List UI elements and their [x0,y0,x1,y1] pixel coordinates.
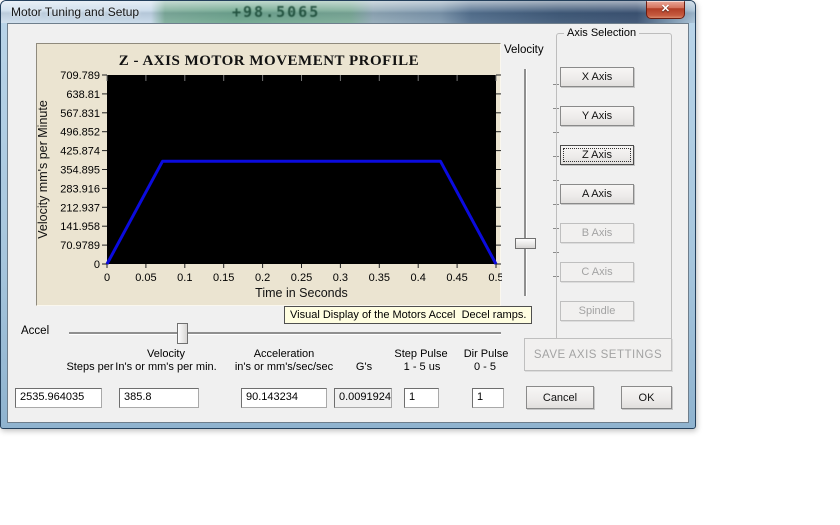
velocity-slider-thumb[interactable] [515,238,536,249]
svg-text:141.958: 141.958 [60,221,100,233]
b-axis-button: B Axis [560,223,634,243]
velocity-slider-label: Velocity [504,44,544,56]
velocity-field[interactable]: 385.8 [119,388,199,408]
svg-text:Z - AXIS MOTOR MOVEMENT PROFIL: Z - AXIS MOTOR MOVEMENT PROFILE [119,53,419,69]
chart-tooltip: Visual Display of the Motors Accel Decel… [284,306,532,324]
background-dro-readout: +98.5065 [232,3,320,21]
close-button[interactable]: ✕ [646,1,685,19]
svg-text:0.1: 0.1 [177,272,192,284]
svg-text:0.45: 0.45 [446,272,467,284]
dialog-client-area: 0 0.05 0.1 0.15 0.2 0.25 0.3 0.35 0.4 0.45 0.5 0 70.… [7,23,689,423]
svg-text:Velocity mm's per Minute: Velocity mm's per Minute [37,100,50,239]
velocity-field-label: Velocity [106,348,226,360]
ok-button[interactable]: OK [621,386,672,409]
titlebar[interactable]: +98.5065 Motor Tuning and Setup [1,1,695,23]
acceleration-units-label: in's or mm's/sec/sec [214,361,354,373]
acceleration-field[interactable]: 90.143234 [241,388,327,408]
dir-pulse-field[interactable]: 1 [472,388,504,408]
motor-profile-panel: 0 0.05 0.1 0.15 0.2 0.25 0.3 0.35 0.4 0.45 0.5 0 70.… [36,43,501,306]
svg-text:0.05: 0.05 [135,272,156,284]
accel-slider-track[interactable] [69,332,501,335]
x-axis-button[interactable]: X Axis [560,67,634,87]
motor-tuning-dialog: +98.5065 Motor Tuning and Setup ✕ 00.050… [0,0,696,429]
spindle-button: Spindle [560,301,634,321]
steps-per-field[interactable]: 2535.964035 [15,388,102,408]
svg-text:425.874: 425.874 [60,146,100,158]
step-pulse-field[interactable]: 1 [404,388,439,408]
z-axis-button[interactable]: Z Axis [560,145,634,165]
dir-pulse-range-label: 0 - 5 [445,361,525,373]
svg-text:0.2: 0.2 [255,272,270,284]
save-axis-settings-button: SAVE AXIS SETTINGS [524,338,672,371]
svg-text:0.25: 0.25 [291,272,312,284]
svg-text:354.895: 354.895 [60,164,100,176]
svg-text:496.852: 496.852 [60,127,100,139]
svg-text:0: 0 [94,259,100,271]
screen: +98.5065 Motor Tuning and Setup ✕ 00.050… [0,0,840,525]
svg-text:212.937: 212.937 [60,202,100,214]
close-icon: ✕ [661,3,670,15]
cancel-button[interactable]: Cancel [526,386,594,409]
svg-text:567.831: 567.831 [60,108,100,120]
svg-text:0.15: 0.15 [213,272,234,284]
a-axis-button[interactable]: A Axis [560,184,634,204]
dir-pulse-field-label: Dir Pulse [446,348,526,360]
svg-text:0.5: 0.5 [488,272,502,284]
svg-text:0.35: 0.35 [369,272,390,284]
c-axis-button: C Axis [560,262,634,282]
accel-slider-label: Accel [21,325,49,337]
gs-field: 0.0091924 [334,388,392,408]
svg-text:Time in Seconds: Time in Seconds [255,286,348,300]
acceleration-field-label: Acceleration [214,348,354,360]
y-axis-button[interactable]: Y Axis [560,106,634,126]
axis-selection-group: Axis Selection X Axis Y Axis Z Axis A Ax… [556,33,672,346]
svg-text:283.916: 283.916 [60,183,100,195]
axis-selection-title: Axis Selection [564,27,639,39]
svg-text:0.3: 0.3 [333,272,348,284]
motor-profile-chart: 0 0.05 0.1 0.15 0.2 0.25 0.3 0.35 0.4 0.45 0.5 0 70.… [37,44,502,307]
svg-text:0: 0 [104,272,110,284]
svg-text:638.81: 638.81 [66,89,100,101]
accel-slider-thumb[interactable] [177,323,188,344]
svg-text:70.9789: 70.9789 [60,240,100,252]
svg-text:709.789: 709.789 [60,70,100,82]
velocity-slider-track[interactable] [524,69,527,296]
window-title: Motor Tuning and Setup [11,1,139,23]
svg-text:0.4: 0.4 [411,272,426,284]
